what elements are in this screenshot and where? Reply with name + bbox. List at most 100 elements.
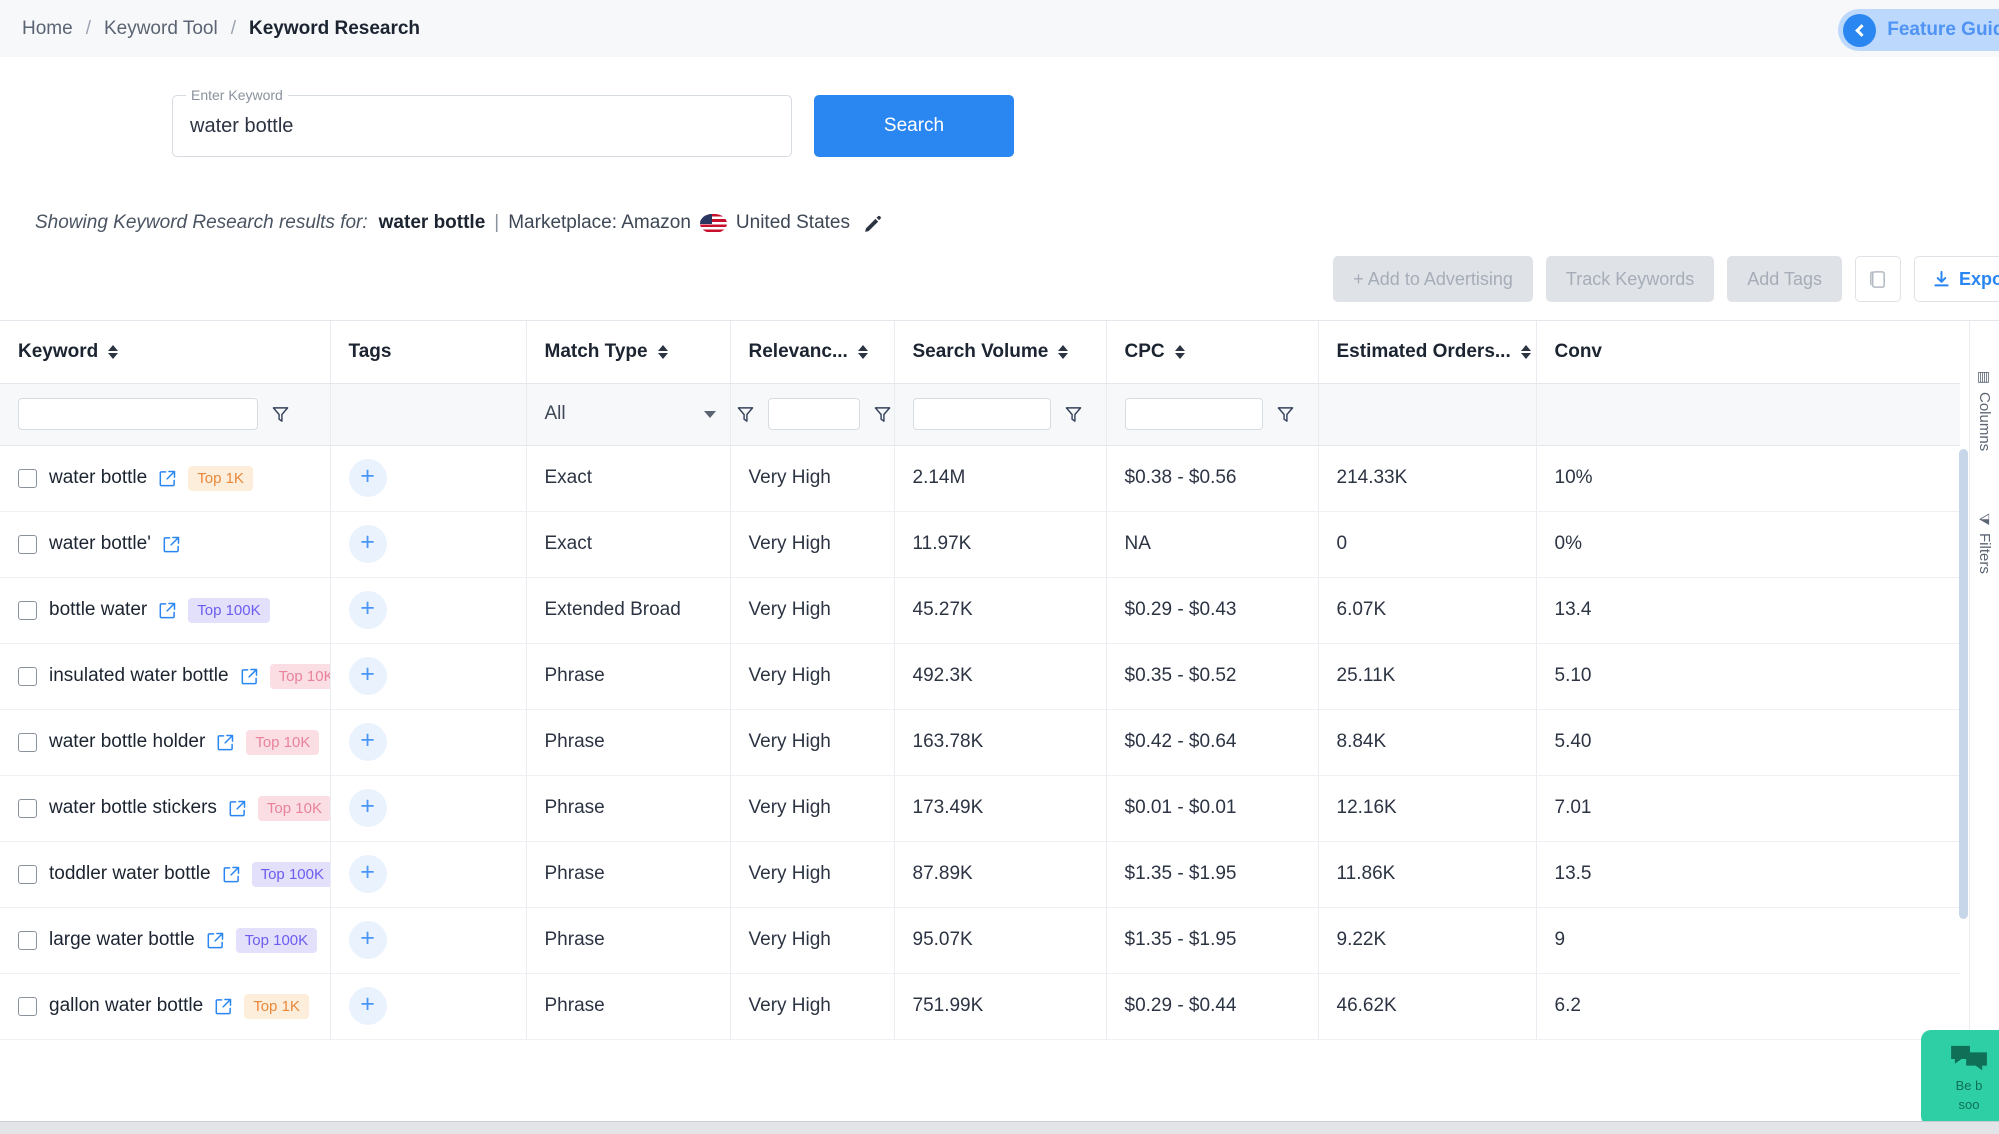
- breadcrumb-item-keyword-research: Keyword Research: [248, 17, 421, 39]
- external-link-icon[interactable]: [159, 602, 176, 619]
- export-button[interactable]: Export: [1913, 256, 1999, 302]
- search-button[interactable]: Search: [814, 95, 1014, 157]
- cell-estimated-orders: 9.22K: [1317, 907, 1536, 974]
- table-row[interactable]: toddler water bottle Top 100K + Phrase Very …: [0, 841, 1960, 908]
- table-row[interactable]: water bottle stickers Top 10K + Phrase Very …: [0, 775, 1960, 842]
- cell-cpc: $0.42 - $0.64: [1105, 709, 1318, 776]
- track-keywords-button[interactable]: Track Keywords: [1545, 256, 1715, 302]
- external-link-icon[interactable]: [215, 998, 232, 1015]
- filter-funnel-icon[interactable]: [272, 406, 289, 423]
- external-link-icon[interactable]: [241, 668, 258, 685]
- keyword-input-wrapper[interactable]: Enter Keyword water bottle: [172, 87, 792, 157]
- chat-support-widget[interactable]: Be b soo: [1921, 1030, 1999, 1126]
- showing-prefix: Showing Keyword Research results for:: [35, 212, 368, 233]
- copy-icon[interactable]: [1854, 256, 1901, 302]
- feature-guide-button[interactable]: Feature Guide: [1838, 9, 1999, 51]
- external-link-icon[interactable]: [217, 734, 234, 751]
- match-type-filter-value[interactable]: All: [545, 403, 566, 425]
- cpc-filter-input[interactable]: [1124, 398, 1263, 430]
- row-checkbox[interactable]: [18, 666, 37, 686]
- table-row[interactable]: gallon water bottle Top 1K + Phrase Very Hig…: [0, 973, 1960, 1040]
- add-tag-button[interactable]: +: [348, 789, 387, 827]
- sort-icon[interactable]: [857, 344, 868, 359]
- table-row[interactable]: large water bottle Top 100K + Phrase Very Hi…: [0, 907, 1960, 974]
- cell-cpc: $0.29 - $0.44: [1105, 973, 1318, 1040]
- add-tag-button[interactable]: +: [348, 591, 387, 629]
- column-header-search-volume[interactable]: Search Volume: [893, 321, 1106, 384]
- rail-item-filters[interactable]: ⧩ Filters: [1976, 513, 1993, 573]
- rail-filters-label: Filters: [1976, 532, 1993, 574]
- search-panel: Enter Keyword water bottle Search Showin…: [0, 57, 1999, 320]
- table-row[interactable]: water bottle holder Top 10K + Phrase Very Hi…: [0, 709, 1960, 776]
- filter-funnel-icon[interactable]: [737, 406, 754, 423]
- table-row[interactable]: water bottle' + Exact Very High 11.97K NA 0 0%: [0, 511, 1960, 578]
- breadcrumb-item-home[interactable]: Home: [22, 18, 73, 40]
- add-tag-button[interactable]: +: [348, 723, 387, 761]
- row-checkbox[interactable]: [18, 996, 37, 1016]
- cell-cpc: $0.38 - $0.56: [1105, 445, 1318, 512]
- rail-item-columns[interactable]: ▥ Columns: [1976, 369, 1993, 451]
- external-link-icon[interactable]: [207, 932, 224, 949]
- row-checkbox[interactable]: [18, 864, 37, 884]
- add-tags-button[interactable]: Add Tags: [1727, 256, 1842, 302]
- pencil-edit-icon[interactable]: [863, 214, 882, 233]
- column-header-match-type[interactable]: Match Type: [525, 321, 730, 384]
- keyword-label: insulated water bottle: [49, 665, 229, 686]
- external-link-icon[interactable]: [159, 470, 176, 487]
- column-header-estimated-orders[interactable]: Estimated Orders...: [1317, 321, 1536, 384]
- add-tag-button[interactable]: +: [348, 987, 387, 1025]
- row-checkbox[interactable]: [18, 534, 37, 554]
- column-header-relevance[interactable]: Relevanc...: [729, 321, 894, 384]
- breadcrumb-item-keyword-tool[interactable]: Keyword Tool: [104, 18, 218, 40]
- column-header-conversion[interactable]: Conv: [1535, 321, 1960, 384]
- cell-keyword: bottle water Top 100K: [0, 577, 330, 644]
- sort-icon[interactable]: [1174, 344, 1185, 359]
- table-row[interactable]: water bottle Top 1K + Exact Very High 2.14M $0…: [0, 445, 1960, 512]
- external-link-icon[interactable]: [223, 866, 240, 883]
- cell-search-volume: 492.3K: [893, 643, 1106, 710]
- chevron-left-icon[interactable]: [1843, 13, 1877, 47]
- relevance-filter-input[interactable]: [767, 398, 860, 430]
- sort-icon[interactable]: [1058, 344, 1069, 359]
- row-checkbox[interactable]: [18, 468, 37, 488]
- filter-icon: ⧩: [1976, 513, 1993, 526]
- cell-relevance: Very High: [729, 907, 894, 974]
- row-checkbox[interactable]: [18, 930, 37, 950]
- add-tag-button[interactable]: +: [348, 459, 387, 497]
- add-tag-button[interactable]: +: [348, 525, 387, 563]
- row-checkbox[interactable]: [18, 600, 37, 620]
- filter-funnel-icon[interactable]: [874, 406, 891, 423]
- add-tag-button[interactable]: +: [348, 921, 387, 959]
- column-header-cpc[interactable]: CPC: [1105, 321, 1318, 384]
- add-tag-button[interactable]: +: [348, 855, 387, 893]
- sort-icon[interactable]: [1520, 344, 1531, 359]
- table-row[interactable]: bottle water Top 100K + Extended Broad Very …: [0, 577, 1960, 644]
- search-volume-filter-input[interactable]: [912, 398, 1051, 430]
- filter-cell-conversion: [1535, 383, 1960, 446]
- sort-icon[interactable]: [657, 344, 668, 359]
- table-row[interactable]: insulated water bottle Top 10K + Phrase Very…: [0, 643, 1960, 710]
- cell-tags: +: [329, 643, 526, 710]
- plus-icon: +: [360, 660, 375, 688]
- sort-icon[interactable]: [108, 344, 119, 359]
- row-checkbox[interactable]: [18, 732, 37, 752]
- column-header-keyword[interactable]: Keyword: [0, 321, 330, 384]
- row-checkbox[interactable]: [18, 798, 37, 818]
- plus-icon: +: [360, 528, 375, 556]
- rank-badge: Top 10K: [246, 729, 320, 755]
- keyword-filter-input[interactable]: [18, 398, 258, 430]
- chevron-down-icon[interactable]: [703, 410, 716, 418]
- chat-widget-line1: Be b: [1955, 1078, 1983, 1094]
- column-header-search-volume-label: Search Volume: [912, 340, 1049, 362]
- add-tag-button[interactable]: +: [348, 657, 387, 695]
- filter-funnel-icon[interactable]: [1065, 406, 1082, 423]
- keyword-label: gallon water bottle: [49, 995, 204, 1016]
- filter-funnel-icon[interactable]: [1277, 406, 1294, 423]
- add-to-advertising-button[interactable]: + Add to Advertising: [1333, 256, 1533, 302]
- table-vertical-scrollbar[interactable]: [1959, 449, 1968, 919]
- search-input[interactable]: water bottle: [190, 115, 293, 138]
- external-link-icon[interactable]: [229, 800, 246, 817]
- external-link-icon[interactable]: [163, 536, 180, 553]
- table-toolbar: + Add to Advertising Track Keywords Add …: [0, 234, 1999, 320]
- cell-match-type: Phrase: [525, 775, 730, 842]
